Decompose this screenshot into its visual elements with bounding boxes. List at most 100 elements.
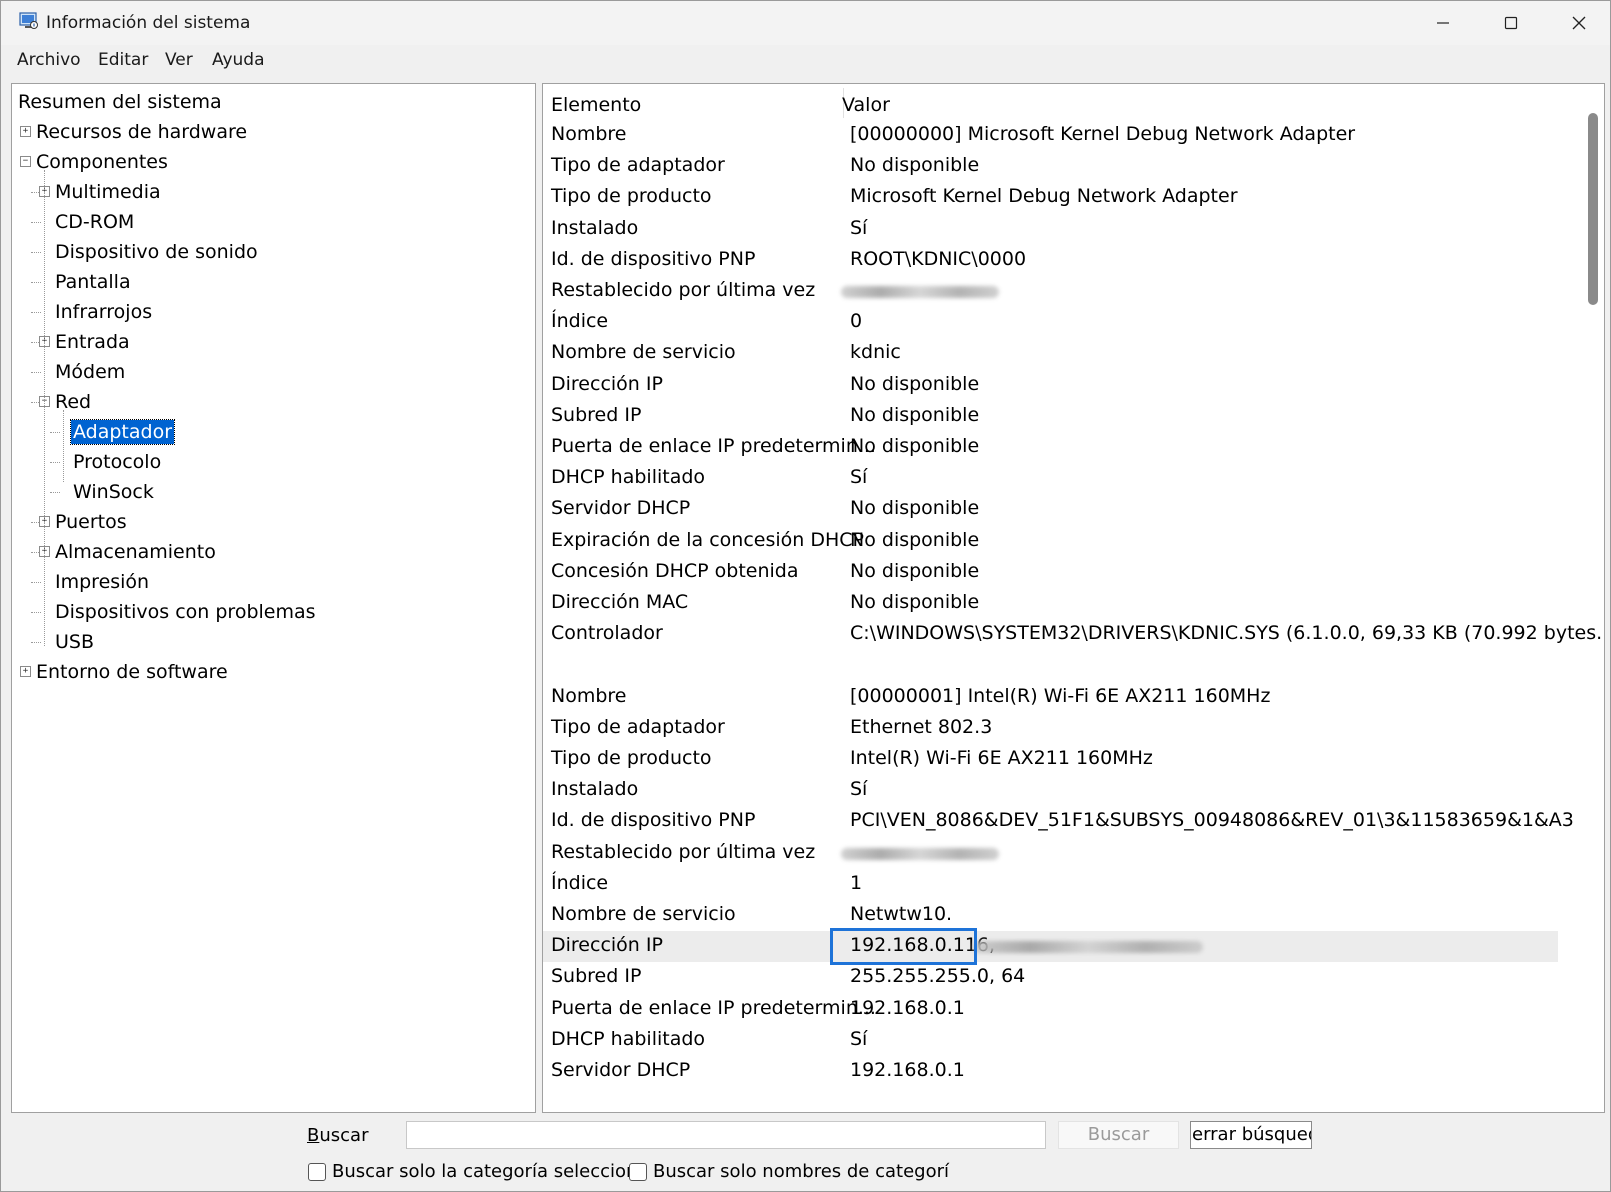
column-header-elemento[interactable]: Elemento (551, 94, 641, 116)
row-element: Tipo de producto (551, 747, 712, 769)
tree-item-multimedia[interactable]: Multimedia (55, 180, 161, 204)
row-value: No disponible (850, 154, 980, 177)
close-window-button[interactable] (1545, 1, 1611, 45)
tree-item-componentes[interactable]: Componentes (36, 150, 168, 174)
row-value: 255.255.255.0, 64 (850, 965, 1026, 988)
tree-connector (31, 282, 41, 283)
tree-item-entrada[interactable]: Entrada (55, 330, 130, 354)
list-row[interactable]: Expiración de la concesión DHCP No dispon… (543, 526, 1558, 557)
tree-connector (63, 410, 64, 482)
tree-item-resumen-del-sistema[interactable]: Resumen del sistema (18, 90, 222, 114)
tree-item-cd-rom[interactable]: CD-ROM (55, 210, 134, 234)
list-row[interactable]: Id. de dispositivo PNP PCI\VEN_8086&DEV_5… (543, 806, 1574, 837)
tree-item-adaptador[interactable]: Adaptador (69, 419, 176, 445)
list-row[interactable]: Subred IP 255.255.255.0, 64 (543, 962, 1558, 993)
list-row[interactable]: Índice 0 (543, 307, 1558, 338)
row-element: Puerta de enlace IP predetermin... (551, 996, 876, 1019)
tree-connector (31, 372, 41, 373)
tree-item-infrarrojos[interactable]: Infrarrojos (55, 300, 152, 324)
list-row[interactable]: Servidor DHCP No disponible (543, 494, 1558, 525)
list-row[interactable] (543, 650, 1558, 681)
collapse-icon[interactable]: − (20, 156, 31, 167)
list-row[interactable]: Dirección IP 192.168.0.116, (543, 931, 1558, 963)
list-row[interactable]: Instalado Sí (543, 775, 1558, 806)
tree-item-almacenamiento[interactable]: Almacenamiento (55, 540, 216, 564)
scrollbar-thumb[interactable] (1588, 113, 1598, 305)
tree-item-pantalla[interactable]: Pantalla (55, 270, 131, 294)
list-row[interactable]: Instalado Sí (543, 214, 1558, 245)
row-value: ROOT\KDNIC\0000 (850, 247, 1027, 270)
list-row[interactable]: DHCP habilitado Sí (543, 463, 1558, 494)
list-row[interactable]: Puerta de enlace IP predetermin... No dis… (543, 432, 1558, 463)
list-row[interactable]: Id. de dispositivo PNP ROOT\KDNIC\0000 (543, 245, 1558, 276)
list-row[interactable]: Tipo de adaptador Ethernet 802.3 (543, 713, 1558, 744)
list-row[interactable]: Nombre de servicio Netwtw10. (543, 900, 1558, 931)
expand-icon[interactable]: + (20, 666, 31, 677)
checkbox-box[interactable] (308, 1162, 326, 1181)
row-element: Subred IP (551, 965, 642, 988)
close-search-button[interactable]: errar búsqued (1190, 1121, 1312, 1149)
row-value: No disponible (850, 497, 980, 520)
tree-item-entorno-de-software[interactable]: Entorno de software (36, 660, 228, 684)
list-row[interactable]: Restablecido por última vez (543, 276, 1558, 307)
tree-item-dispositivos-con-problemas[interactable]: Dispositivos con problemas (55, 600, 316, 624)
tree-connector (31, 222, 41, 223)
tree-item-usb[interactable]: USB (55, 630, 94, 654)
row-value: 192.168.0.1 (850, 996, 965, 1019)
list-row[interactable]: Restablecido por última vez (543, 838, 1558, 869)
row-value: Ethernet 802.3 (850, 715, 993, 738)
search-category-names-checkbox[interactable]: Buscar solo nombres de categorí (629, 1161, 949, 1182)
tree-item-dispositivo-de-sonido[interactable]: Dispositivo de sonido (55, 240, 258, 264)
menu-ayuda[interactable]: Ayuda (212, 50, 265, 70)
search-input[interactable] (406, 1121, 1046, 1149)
details-list[interactable]: Elemento Valor Nombre [00000000] Microsof… (542, 83, 1605, 1113)
list-row[interactable]: Subred IP No disponible (543, 401, 1558, 432)
list-row[interactable]: Nombre [00000001] Intel(R) Wi-Fi 6E AX211… (543, 682, 1558, 713)
tree-item-recursos-de-hardware[interactable]: Recursos de hardware (36, 120, 247, 144)
row-element: Restablecido por última vez (551, 840, 816, 863)
list-row[interactable]: Controlador C:\WINDOWS\SYSTEM32\DRIVERS\K… (543, 619, 1604, 650)
minimize-button[interactable] (1409, 1, 1477, 45)
tree-item-impresi-n[interactable]: Impresión (55, 570, 149, 594)
menu-archivo[interactable]: Archivo (17, 50, 81, 70)
search-selected-category-checkbox[interactable]: Buscar solo la categoría seleccion (308, 1161, 637, 1182)
row-element: Servidor DHCP (551, 497, 691, 520)
row-element: Índice (551, 310, 609, 333)
list-row[interactable]: Concesión DHCP obtenida No disponible (543, 557, 1558, 588)
search-label-rest: uscar (319, 1125, 369, 1146)
vertical-scrollbar[interactable] (1582, 86, 1602, 1110)
list-row[interactable]: Dirección MAC No disponible (543, 588, 1558, 619)
row-element: Tipo de adaptador (551, 154, 725, 177)
maximize-button[interactable] (1477, 1, 1545, 45)
row-value: Microsoft Kernel Debug Network Adapter (850, 185, 1238, 208)
expand-icon[interactable]: + (20, 126, 31, 137)
tree-item-protocolo[interactable]: Protocolo (73, 450, 161, 474)
list-row[interactable]: Nombre de servicio kdnic (543, 338, 1558, 369)
list-row[interactable]: Dirección IP No disponible (543, 370, 1558, 401)
list-row[interactable]: Servidor DHCP 192.168.0.1 (543, 1056, 1558, 1087)
find-button[interactable]: Buscar (1058, 1121, 1179, 1149)
list-row[interactable]: Tipo de adaptador No disponible (543, 151, 1558, 182)
tree-item-puertos[interactable]: Puertos (55, 510, 127, 534)
list-row[interactable]: DHCP habilitado Sí (543, 1025, 1558, 1056)
menu-editar[interactable]: Editar (98, 50, 148, 70)
close-icon (1572, 16, 1586, 30)
redacted-value (841, 847, 999, 860)
list-row[interactable]: Puerta de enlace IP predetermin... 192.16… (543, 994, 1558, 1025)
window-title: Información del sistema (46, 13, 251, 33)
list-row[interactable]: Nombre [00000000] Microsoft Kernel Debug … (543, 120, 1558, 151)
row-element: Tipo de adaptador (551, 715, 725, 738)
menu-ver[interactable]: Ver (165, 50, 193, 70)
row-value: PCI\VEN_8086&DEV_51F1&SUBSYS_00948086&RE… (850, 809, 1574, 832)
tree-connector (50, 432, 60, 433)
column-header-valor[interactable]: Valor (842, 94, 890, 116)
checkbox-box[interactable] (629, 1162, 647, 1181)
maximize-icon (1504, 16, 1518, 30)
list-row[interactable]: Índice 1 (543, 869, 1558, 900)
list-row[interactable]: Tipo de producto Intel(R) Wi-Fi 6E AX211 … (543, 744, 1558, 775)
list-row[interactable]: Tipo de producto Microsoft Kernel Debug N… (543, 182, 1558, 213)
tree-item-m-dem[interactable]: Módem (55, 360, 125, 384)
tree-item-red[interactable]: Red (55, 390, 91, 414)
tree-item-winsock[interactable]: WinSock (73, 480, 154, 504)
category-tree[interactable]: Resumen del sistema + Recursos de hardware… (11, 83, 536, 1113)
